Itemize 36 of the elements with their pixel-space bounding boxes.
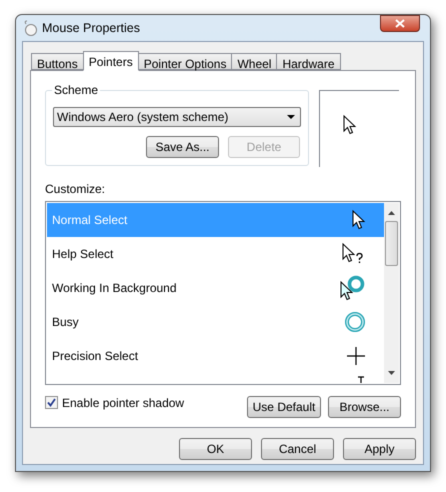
window-title: Mouse Properties [42, 20, 140, 37]
customize-label: Customize: [45, 181, 106, 198]
group-label: Scheme [52, 83, 100, 97]
crosshair-cursor-icon [346, 346, 366, 366]
close-button[interactable] [380, 15, 420, 32]
arrow-cursor-icon [352, 210, 366, 230]
dialog-button[interactable]: Cancel [261, 438, 334, 460]
scheme-dropdown[interactable]: Windows Aero (system scheme) [53, 107, 301, 127]
shadow-label: Enable pointer shadow [62, 395, 184, 412]
cursor-list-item[interactable]: Busy [47, 305, 384, 339]
check-icon [47, 398, 56, 407]
text-cursor-icon [356, 376, 366, 383]
tab[interactable]: Wheel [231, 53, 278, 70]
tab[interactable]: Pointer Options [138, 53, 232, 70]
dialog-button[interactable]: Apply [343, 438, 416, 460]
working-cursor-icon [340, 275, 366, 301]
cursor-list-item[interactable]: Help Select [47, 237, 384, 271]
scrollbar[interactable] [384, 203, 399, 383]
arrow-cursor-icon [343, 115, 357, 135]
browse-button[interactable]: Browse... [328, 396, 401, 418]
close-icon [395, 19, 405, 28]
cursor-list-item[interactable]: Working In Background [47, 271, 384, 305]
shadow-checkbox[interactable] [45, 396, 58, 409]
save-as-button[interactable]: Save As... [146, 136, 219, 158]
use-default-button[interactable]: Use Default [247, 396, 321, 418]
tab[interactable]: Pointers [82, 51, 139, 71]
mouse-icon [23, 20, 37, 36]
cursor-list-item[interactable]: Precision Select [47, 339, 384, 373]
scroll-down-icon[interactable] [388, 371, 395, 375]
tab[interactable]: Hardware [276, 53, 340, 70]
scroll-thumb[interactable] [385, 221, 398, 266]
dropdown-arrow-icon [287, 115, 295, 119]
tab[interactable]: Buttons [31, 53, 84, 70]
dialog-button[interactable]: OK [179, 438, 252, 460]
scroll-up-icon[interactable] [388, 211, 395, 215]
busy-cursor-icon [344, 311, 366, 333]
